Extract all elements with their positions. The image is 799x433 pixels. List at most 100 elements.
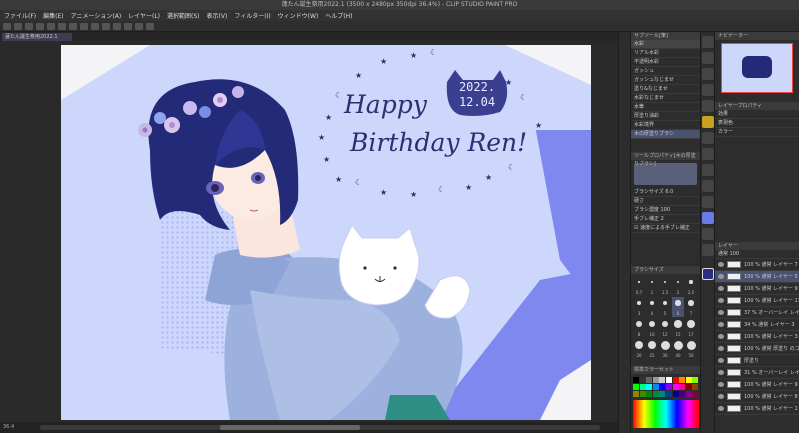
clear-icon[interactable] — [58, 22, 66, 30]
blend-mode-select[interactable]: 通常 — [718, 251, 728, 257]
prop-speed-stabilization[interactable]: ☑ 速度による手ブレ補正 — [631, 224, 700, 233]
menu-selection[interactable]: 選択範囲(S) — [167, 11, 200, 20]
color-spectrum[interactable] — [633, 400, 699, 428]
color-swatch[interactable] — [679, 377, 686, 383]
brush-size-cell[interactable]: 15 — [672, 318, 684, 338]
color-swatch[interactable] — [659, 377, 666, 383]
prop-stabilization[interactable]: 手ブレ補正 2 — [631, 215, 700, 224]
figure-tool-icon[interactable] — [702, 212, 714, 224]
color-swatch[interactable] — [652, 384, 659, 390]
brush-item[interactable]: 水彩なじませ — [631, 94, 700, 103]
brush-size-cell[interactable]: 6 — [672, 297, 684, 317]
app-icon[interactable] — [146, 22, 154, 30]
visibility-eye-icon[interactable] — [718, 262, 724, 267]
blend-mode-row[interactable]: 通常 100 — [715, 250, 799, 259]
brush-size-cell[interactable]: 20 — [633, 339, 645, 359]
selection-tool-icon[interactable] — [702, 68, 714, 80]
blend-tool-icon[interactable] — [702, 164, 714, 176]
visibility-eye-icon[interactable] — [718, 322, 724, 327]
color-swatch[interactable] — [672, 391, 679, 397]
color-swatch[interactable] — [685, 377, 692, 383]
pen-tool-icon[interactable] — [702, 100, 714, 112]
move-tool-icon[interactable] — [702, 52, 714, 64]
redo-icon[interactable] — [47, 22, 55, 30]
navigator-tab[interactable]: ナビゲーター — [715, 32, 799, 40]
fill-icon[interactable] — [69, 22, 77, 30]
zoom-tool-icon[interactable] — [702, 36, 714, 48]
subtool-panel-tab[interactable]: サブツール[筆] — [631, 32, 700, 40]
brush-item-selected[interactable]: 木の厚塗りブラシ — [631, 130, 700, 139]
color-swatch[interactable] — [659, 384, 666, 390]
main-color-icon[interactable] — [702, 268, 714, 280]
color-swatch[interactable] — [666, 391, 672, 397]
visibility-eye-icon[interactable] — [718, 394, 724, 399]
color-swatch[interactable] — [652, 391, 659, 397]
navigator-preview[interactable] — [721, 43, 793, 93]
layer-item[interactable]: 100 % 通常 レイヤー 9 — [715, 379, 799, 391]
menu-window[interactable]: ウィンドウ(W) — [278, 11, 319, 20]
visibility-eye-icon[interactable] — [718, 382, 724, 387]
brush-size-cell[interactable]: 8 — [633, 318, 645, 338]
color-swatch[interactable] — [692, 384, 699, 390]
new-file-icon[interactable] — [3, 22, 11, 30]
visibility-eye-icon[interactable] — [718, 286, 724, 291]
color-swatch[interactable] — [672, 384, 679, 390]
brush-size-cell[interactable]: 25 — [646, 339, 658, 359]
transform-icon[interactable] — [80, 22, 88, 30]
color-swatch[interactable] — [646, 377, 653, 383]
color-set-tab[interactable]: 標準カラーセット — [631, 366, 700, 374]
color-swatch[interactable] — [633, 391, 639, 397]
brush-size-cell[interactable]: 40 — [672, 339, 684, 359]
color-swatch[interactable] — [679, 384, 686, 390]
prop-density[interactable]: ブラシ濃度 100 — [631, 206, 700, 215]
brush-size-cell[interactable]: 1 — [646, 276, 658, 296]
visibility-eye-icon[interactable] — [718, 406, 724, 411]
opacity-value[interactable]: 100 — [730, 251, 740, 257]
layer-item[interactable]: 100 % 通常 レイヤー 5 — [715, 271, 799, 283]
visibility-eye-icon[interactable] — [718, 274, 724, 279]
color-swatch[interactable] — [692, 377, 699, 383]
layer-item[interactable]: 100 % 通常 レイヤー 3 — [715, 331, 799, 343]
visibility-eye-icon[interactable] — [718, 346, 724, 351]
layer-item[interactable]: 厚塗り — [715, 355, 799, 367]
brush-size-cell[interactable]: 4 — [646, 297, 658, 317]
layer-tab[interactable]: レイヤー — [715, 242, 799, 250]
layer-item[interactable]: 34 % 通常 レイヤー 3 — [715, 319, 799, 331]
brush-item[interactable]: ガッシュ — [631, 67, 700, 76]
subtool-group-1[interactable]: 水彩 — [631, 40, 700, 49]
deselect-icon[interactable] — [91, 22, 99, 30]
color-swatch[interactable] — [639, 384, 646, 390]
brush-item[interactable]: 不透明水彩 — [631, 58, 700, 67]
menu-animation[interactable]: アニメーション(A) — [71, 11, 122, 20]
visibility-eye-icon[interactable] — [718, 370, 724, 375]
color-swatch[interactable] — [685, 384, 692, 390]
ruler-tool-icon[interactable] — [702, 244, 714, 256]
brush-item[interactable]: 塗り&なじませ — [631, 85, 700, 94]
fill-tool-icon[interactable] — [702, 180, 714, 192]
brush-size-cell[interactable]: 2 — [672, 276, 684, 296]
brush-size-tab[interactable]: ブラシサイズ — [631, 266, 700, 274]
color-swatch[interactable] — [666, 384, 672, 390]
visibility-eye-icon[interactable] — [718, 358, 724, 363]
menu-edit[interactable]: 編集(E) — [43, 11, 63, 20]
color-swatch[interactable] — [652, 377, 659, 383]
checkbox-icon[interactable]: ☑ — [634, 225, 638, 231]
open-icon[interactable] — [14, 22, 22, 30]
color-swatch[interactable] — [633, 384, 639, 390]
zoom-level[interactable]: 36.4 — [3, 424, 14, 430]
visibility-eye-icon[interactable] — [718, 310, 724, 315]
eraser-tool-icon[interactable] — [702, 148, 714, 160]
gradient-tool-icon[interactable] — [702, 196, 714, 208]
scrollbar-thumb[interactable] — [220, 425, 360, 430]
snap-grid-icon[interactable] — [124, 22, 132, 30]
snap-special-icon[interactable] — [135, 22, 143, 30]
layer-item[interactable]: 100 % 通常 厚塗り のコピー 2 — [715, 343, 799, 355]
color-swatch[interactable] — [646, 384, 653, 390]
layer-item[interactable]: 100 % 通常 レイヤー 11 — [715, 295, 799, 307]
brush-item[interactable]: 水彩境界 — [631, 121, 700, 130]
undo-icon[interactable] — [36, 22, 44, 30]
brush-item[interactable]: 水筆 — [631, 103, 700, 112]
layer-item[interactable]: 100 % 通常 レイヤー 1 — [715, 403, 799, 415]
brush-tool-icon[interactable] — [702, 116, 714, 128]
brush-size-cell[interactable]: 17 — [685, 318, 697, 338]
